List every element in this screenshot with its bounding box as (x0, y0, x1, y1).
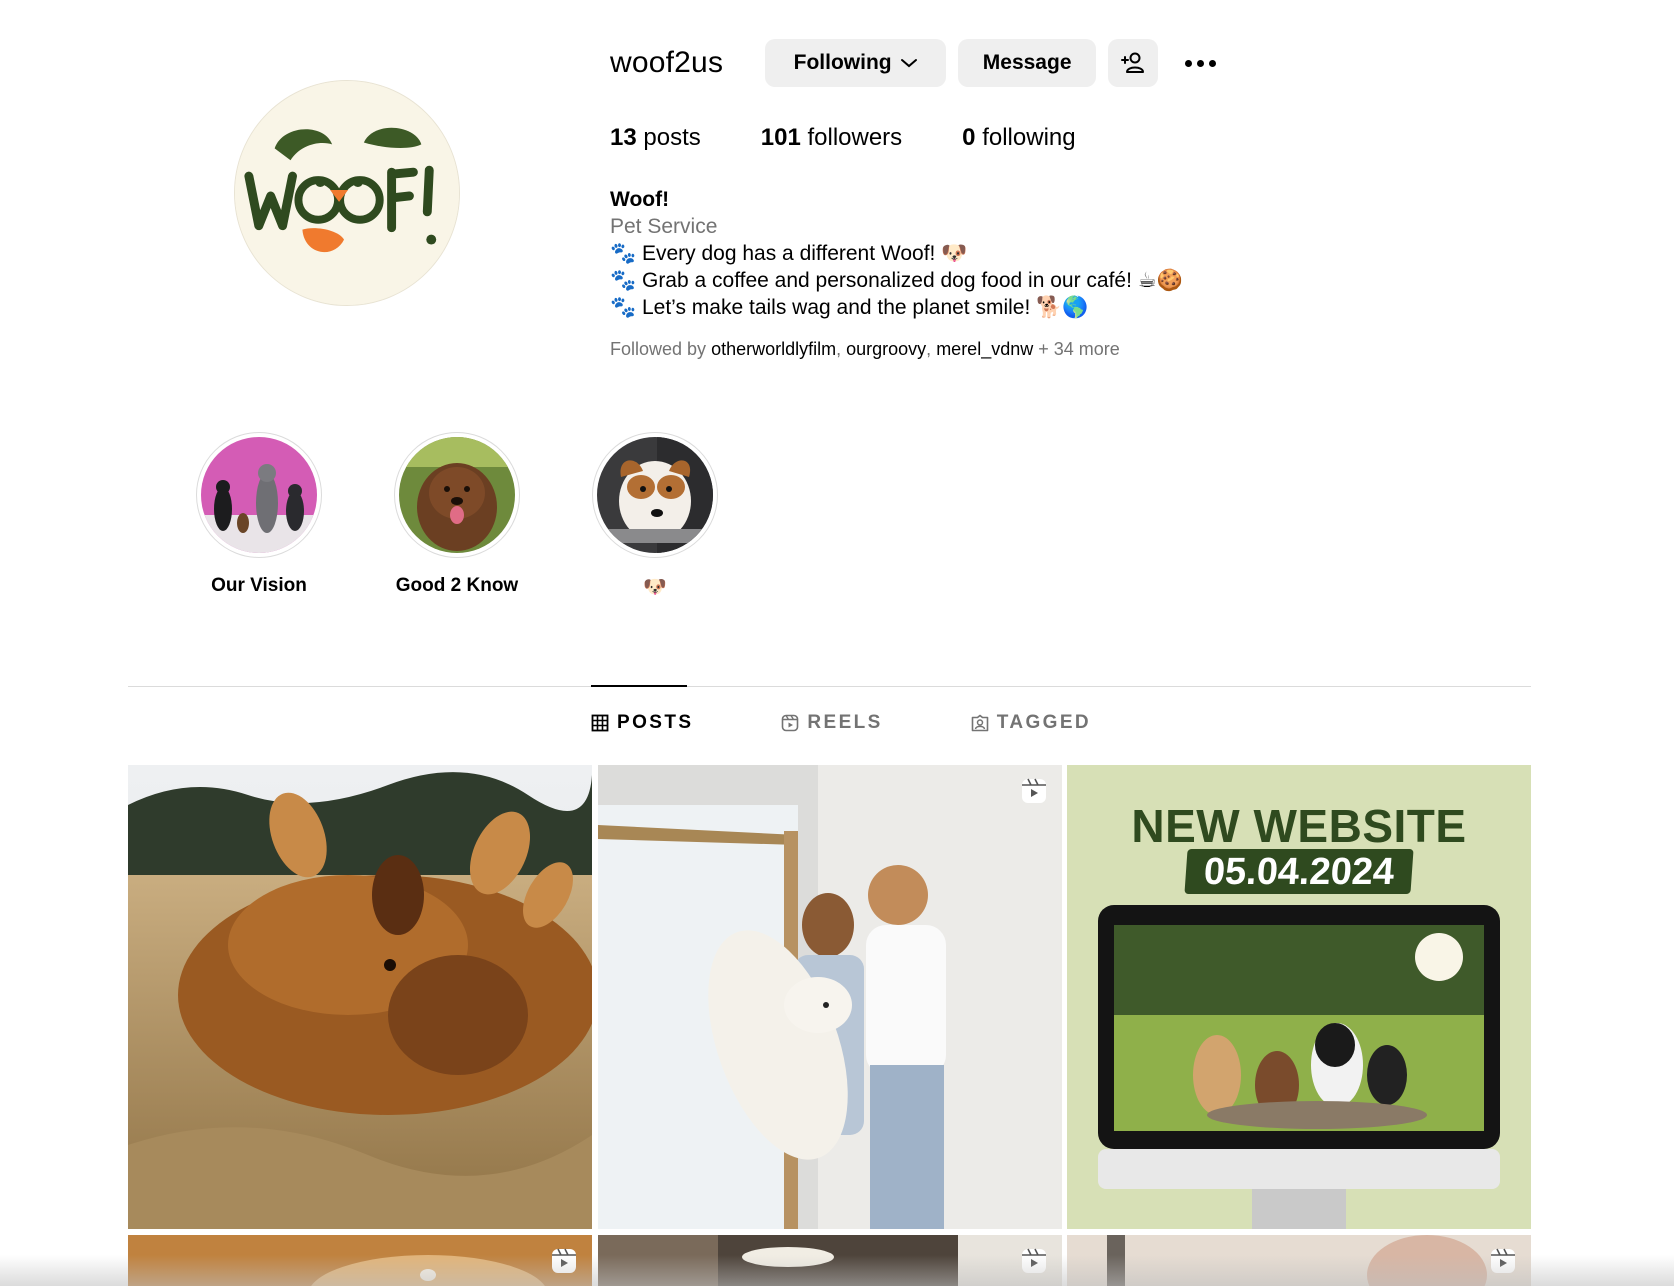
post-image (597, 765, 1062, 1229)
post-tile-new-website[interactable]: NEW WEBSITE 05.04.2024 (1067, 765, 1531, 1229)
highlight-label: 🐶 (643, 577, 667, 598)
reel-icon (1021, 778, 1046, 803)
bottom-shadow (0, 1255, 1674, 1286)
active-tab-indicator (591, 685, 687, 687)
highlight-label: Our Vision (211, 575, 307, 596)
post-tile[interactable] (597, 765, 1062, 1229)
highlight-thumbnail (399, 437, 515, 553)
tab-tagged[interactable]: TAGGED (971, 712, 1091, 734)
tab-posts-label: POSTS (617, 712, 694, 733)
profile-bio: Woof! Pet Service 🐾 Every dog has a diff… (610, 186, 1183, 321)
highlight-label: Good 2 Know (395, 575, 519, 596)
highlight-thumbnail (201, 437, 317, 553)
profile-tabs: POSTS REELS TAGGED (591, 712, 1179, 734)
highlight-good-2-know[interactable]: Good 2 Know (391, 432, 523, 599)
highlight-dog-emoji[interactable]: 🐶 (589, 432, 721, 599)
tabs-divider (128, 686, 1531, 687)
profile-avatar[interactable] (234, 80, 460, 306)
posts-grid: NEW WEBSITE 05.04.2024 (128, 765, 1531, 1229)
highlight-ring (592, 432, 718, 558)
follower-account-link[interactable]: ourgroovy (846, 339, 926, 359)
story-highlights: Our Vision Good 2 Know 🐶 (193, 432, 787, 599)
highlight-our-vision[interactable]: Our Vision (193, 432, 325, 599)
posts-count: 13 posts (610, 124, 701, 151)
tab-reels-label: REELS (807, 712, 883, 733)
message-button[interactable]: Message (958, 39, 1097, 87)
profile-username: woof2us (610, 46, 724, 79)
profile-stats: 13 posts 101 followers 0 following (610, 124, 1136, 152)
following-button[interactable]: Following (765, 39, 947, 87)
tab-posts[interactable]: POSTS (591, 712, 693, 734)
post-image (128, 765, 592, 1229)
website-post-title: NEW WEBSITE (1131, 800, 1467, 852)
bio-line: 🐾 Every dog has a different Woof! 🐶 (610, 242, 968, 265)
bio-name: Woof! (610, 188, 670, 211)
suggested-accounts-button[interactable] (1108, 39, 1159, 87)
followed-by-more[interactable]: + 34 more (1038, 339, 1120, 359)
tab-tagged-label: TAGGED (996, 712, 1092, 733)
followed-by-prefix: Followed by (610, 339, 707, 359)
following-link[interactable]: 0 following (962, 124, 1075, 152)
followers-link[interactable]: 101 followers (761, 124, 902, 152)
highlight-ring (196, 432, 322, 558)
following-button-label: Following (793, 51, 892, 74)
tab-reels[interactable]: REELS (781, 712, 882, 734)
followed-by[interactable]: Followed by otherworldlyfilm, ourgroovy,… (610, 339, 1120, 360)
bio-line: 🐾 Grab a coffee and personalized dog foo… (610, 269, 1183, 292)
chevron-down-icon (900, 59, 917, 68)
woof-logo (235, 81, 459, 305)
post-tile[interactable] (128, 765, 592, 1229)
follower-account-link[interactable]: otherworldlyfilm (711, 339, 836, 359)
bio-line: 🐾 Let’s make tails wag and the planet sm… (610, 296, 1089, 319)
grid-icon (591, 714, 609, 732)
bio-category: Pet Service (610, 215, 718, 238)
more-options-icon[interactable] (1180, 39, 1220, 87)
website-post-date: 05.04.2024 (1184, 849, 1414, 894)
profile-header-row: woof2us Following Message (610, 38, 1220, 88)
follower-account-link[interactable]: merel_vdnw (936, 339, 1033, 359)
tagged-icon (971, 714, 989, 732)
reels-icon (782, 714, 799, 732)
highlight-ring (394, 432, 520, 558)
highlight-thumbnail (597, 437, 713, 553)
add-person-icon (1121, 52, 1145, 73)
